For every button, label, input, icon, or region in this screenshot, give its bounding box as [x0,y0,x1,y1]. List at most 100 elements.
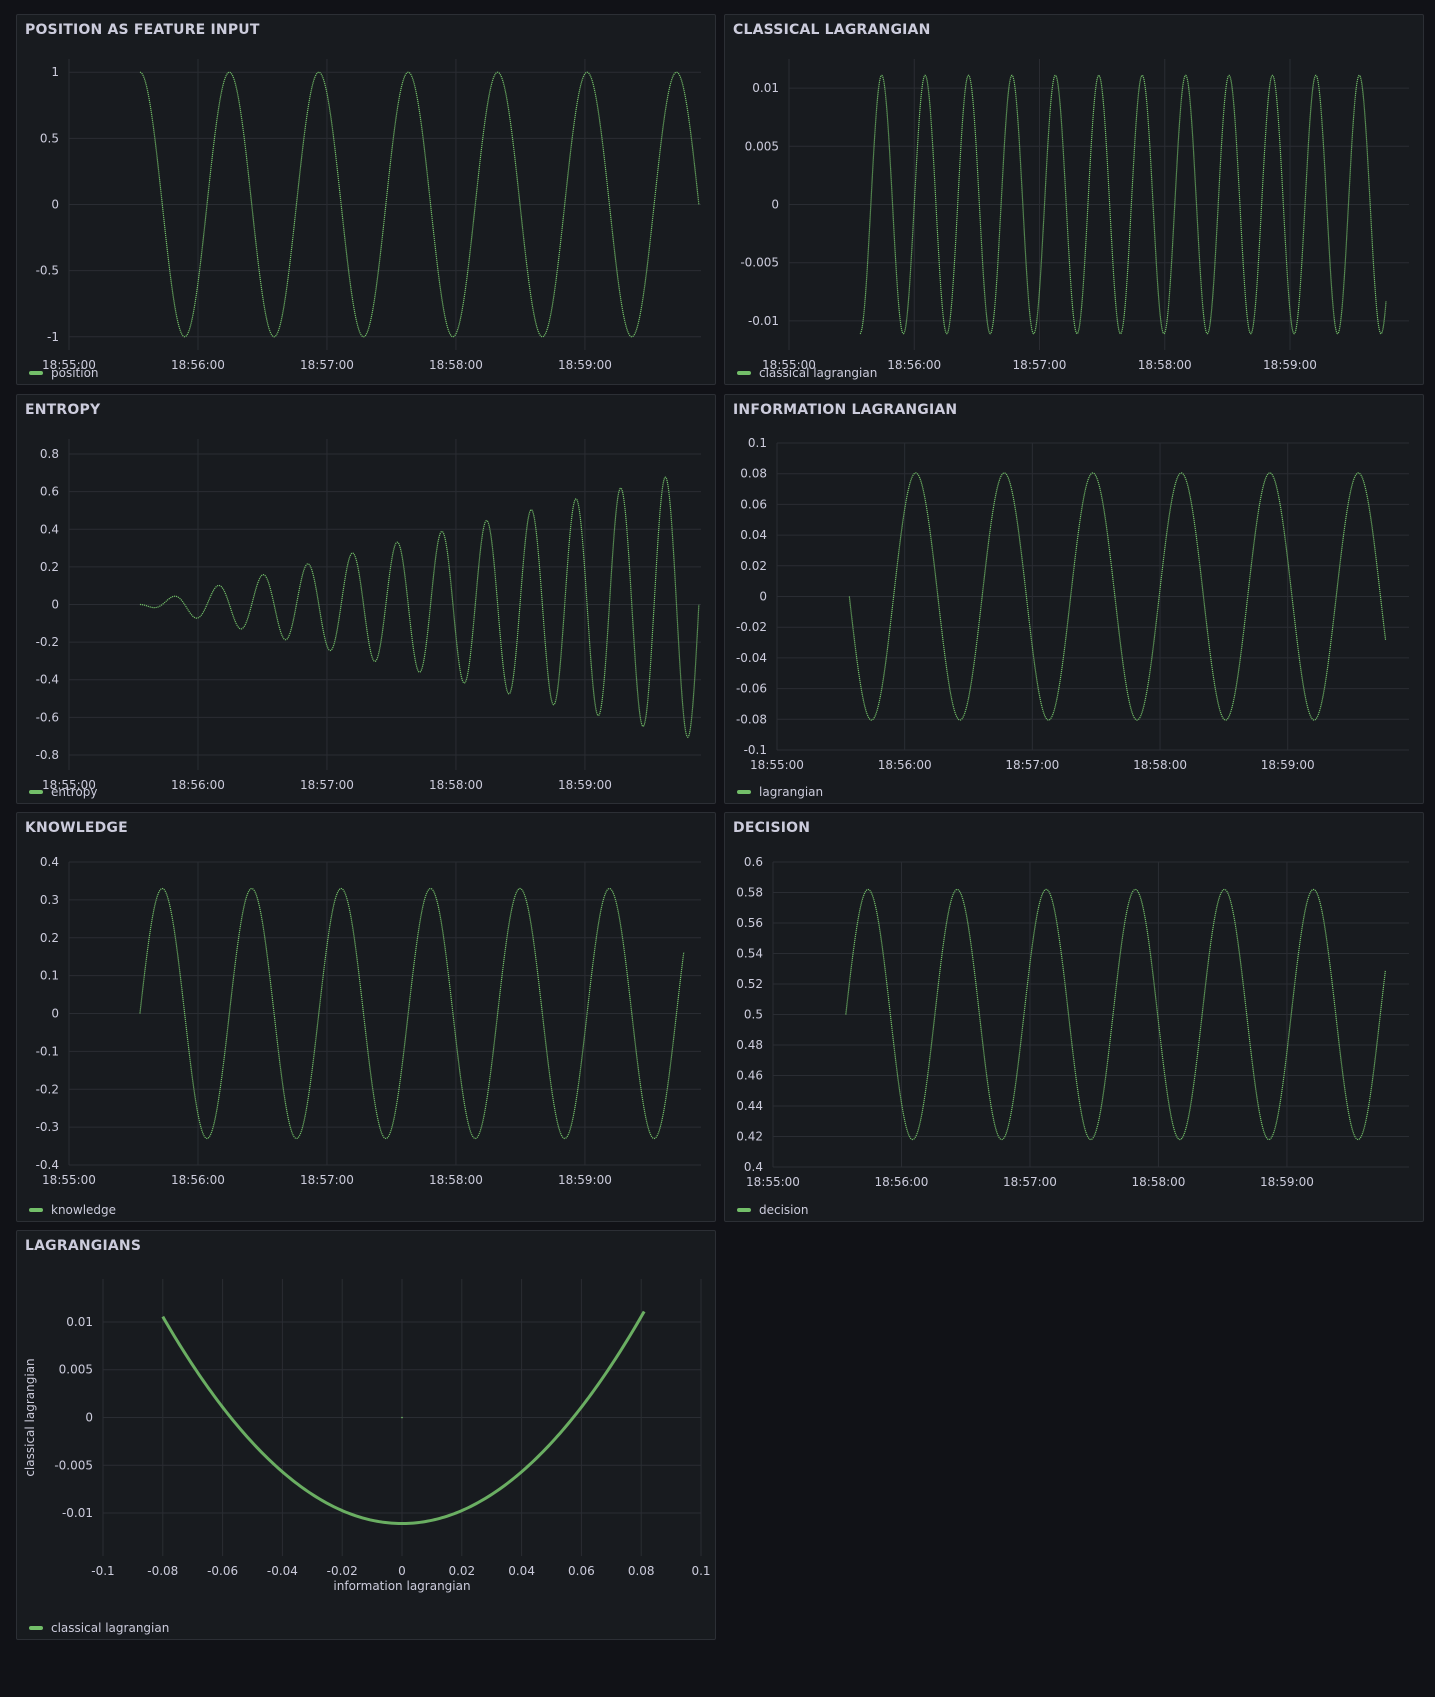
y-tick-label: 0.5 [744,1008,763,1022]
y-tick-label: -0.3 [36,1120,59,1134]
legend-swatch [737,790,751,794]
x-tick-label: 0.06 [568,1564,595,1578]
x-tick-label: 18:58:00 [429,1173,483,1187]
y-tick-label: 0 [771,198,779,212]
x-tick-label: 18:55:00 [746,1175,800,1189]
legend-label: position [51,366,99,380]
y-tick-label: 0.6 [40,485,59,499]
legend-information-lagrangian[interactable]: lagrangian [737,785,823,799]
scatter-point [401,1416,403,1419]
x-tick-label: 18:56:00 [171,778,225,792]
legend-decision[interactable]: decision [737,1203,808,1217]
y-tick-label: 0.4 [40,855,59,869]
legend-position[interactable]: position [29,366,99,380]
x-tick-label: 18:56:00 [171,1173,225,1187]
x-tick-label: 18:59:00 [1260,1175,1314,1189]
legend-label: classical lagrangian [51,1621,170,1635]
y-tick-label: -0.08 [736,712,767,726]
x-tick-label: 18:57:00 [300,1173,354,1187]
legend-lagrangians[interactable]: classical lagrangian [29,1621,169,1635]
chart-lagrangians: 0.01 0.005 0 -0.005 -0.01 -0.1 -0.08 -0.06 -0.04… [23,1279,711,1593]
x-tick-label: -0.1 [91,1564,114,1578]
panel-knowledge[interactable]: KNOWLEDGE 0.4 0.3 0.2 0.1 0 -0.1 -0.2 -0.3 -0.4 1… [16,812,716,1222]
y-tick-label: 0.02 [740,559,767,573]
x-tick-label: 18:57:00 [300,358,354,372]
y-tick-label: -0.4 [36,673,59,687]
y-tick-label: 0.8 [40,447,59,461]
y-tick-label: 0.56 [736,916,763,930]
legend-swatch [29,1626,43,1630]
y-tick-label: 0.44 [736,1099,763,1113]
chart-classical-lagrangian: 0.010.0050-0.005-0.0118:55:00 18:56:00 18:… [740,59,1409,372]
grid [776,442,1409,751]
y-tick-label: -1 [47,330,59,344]
legend-label: knowledge [51,1203,117,1217]
y-tick-label: 1 [51,65,59,79]
x-tick-label: 18:57:00 [1003,1175,1057,1189]
legend-classical-lagrangian[interactable]: classical lagrangian [737,366,877,380]
y-tick-label: 0.52 [736,977,763,991]
y-tick-label: 0.3 [40,893,59,907]
panel-classical-lagrangian[interactable]: CLASSICAL LAGRANGIAN 0.01 0.005 0 -0.005 -0.… [724,14,1424,385]
panel-lagrangians[interactable]: LAGRANGIANS 0.01 0.005 0 -0.005 -0.01 -0.1 -0.… [16,1230,716,1640]
panel-information-lagrangian[interactable]: INFORMATION LAGRANGIAN 0.1 0.08 0.06 0.04 0.… [724,394,1424,804]
y-tick-label: 0.2 [40,560,59,574]
chart-entropy: 0.80.60.40.20-0.2-0.4-0.6-0.818:55:00 18:… [36,439,701,792]
legend-label: classical lagrangian [759,366,878,380]
x-tick-label: 0.08 [628,1564,655,1578]
y-tick-label: -0.4 [36,1158,59,1172]
y-tick-label: 0.46 [736,1069,763,1083]
x-tick-label: 18:58:00 [1132,1175,1186,1189]
y-tick-label: 0.1 [748,436,767,450]
legend-swatch [29,1208,43,1212]
grid [68,439,701,770]
x-tick-label: 18:57:00 [1005,758,1059,772]
grid [772,861,1409,1168]
x-tick-label: 18:58:00 [1133,758,1187,772]
legend-label: lagrangian [759,785,824,799]
legend-entropy[interactable]: entropy [29,785,97,799]
y-tick-label: -0.8 [36,748,59,762]
legend-knowledge[interactable]: knowledge [29,1203,116,1217]
chart-position: 10.50-0.5-118:55:00 18:56:00 18:57:00 18:58… [36,59,701,372]
panel-entropy[interactable]: ENTROPY 0.8 0.6 0.4 0.2 0 -0.2 -0.4 -0.6 -0.8 18:… [16,394,716,804]
y-tick-label: 0.04 [740,528,767,542]
x-tick-label: -0.02 [327,1564,358,1578]
x-axis-label: information lagrangian [333,1579,470,1593]
y-tick-label: -0.5 [36,264,59,278]
x-tick-label: 0 [398,1564,406,1578]
x-tick-label: 18:55:00 [42,1173,96,1187]
y-tick-label: -0.02 [736,620,767,634]
y-tick-label: -0.005 [54,1458,93,1472]
y-tick-label: 0.01 [752,81,779,95]
y-tick-label: 0.005 [59,1363,93,1377]
y-tick-label: -0.06 [736,682,767,696]
y-axis-label: classical lagrangian [23,1358,37,1476]
panel-decision[interactable]: DECISION 0.6 0.58 0.56 0.54 0.52 0.5 0.48 0.46 0… [724,812,1424,1222]
y-tick-label: -0.01 [62,1506,93,1520]
y-tick-label: 0 [51,198,59,212]
y-tick-label: -0.005 [740,256,779,270]
legend-swatch [29,790,43,794]
y-tick-label: 0.5 [40,131,59,145]
legend-swatch [29,371,43,375]
series-entropy [139,476,700,738]
y-tick-label: 0.4 [744,1160,763,1174]
x-tick-label: 18:55:00 [750,758,804,772]
chart-knowledge: 0.4 0.3 0.2 0.1 0 -0.1 -0.2 -0.3 -0.418:55:00 18:… [36,855,701,1187]
grid [68,59,701,350]
panel-position[interactable]: POSITION AS FEATURE INPUT 1 0.5 0 -0.5 -1 18:… [16,14,716,385]
legend-label: entropy [51,785,98,799]
y-tick-label: -0.6 [36,710,59,724]
x-tick-label: 18:57:00 [300,778,354,792]
y-tick-label: 0.06 [740,497,767,511]
x-tick-label: -0.06 [207,1564,238,1578]
y-tick-label: 0.48 [736,1038,763,1052]
x-tick-label: 18:59:00 [558,358,612,372]
legend-swatch [737,371,751,375]
y-tick-label: -0.2 [36,635,59,649]
y-tick-label: 0 [51,598,59,612]
legend-label: decision [759,1203,809,1217]
x-tick-label: -0.08 [147,1564,178,1578]
y-tick-label: 0.4 [40,522,59,536]
